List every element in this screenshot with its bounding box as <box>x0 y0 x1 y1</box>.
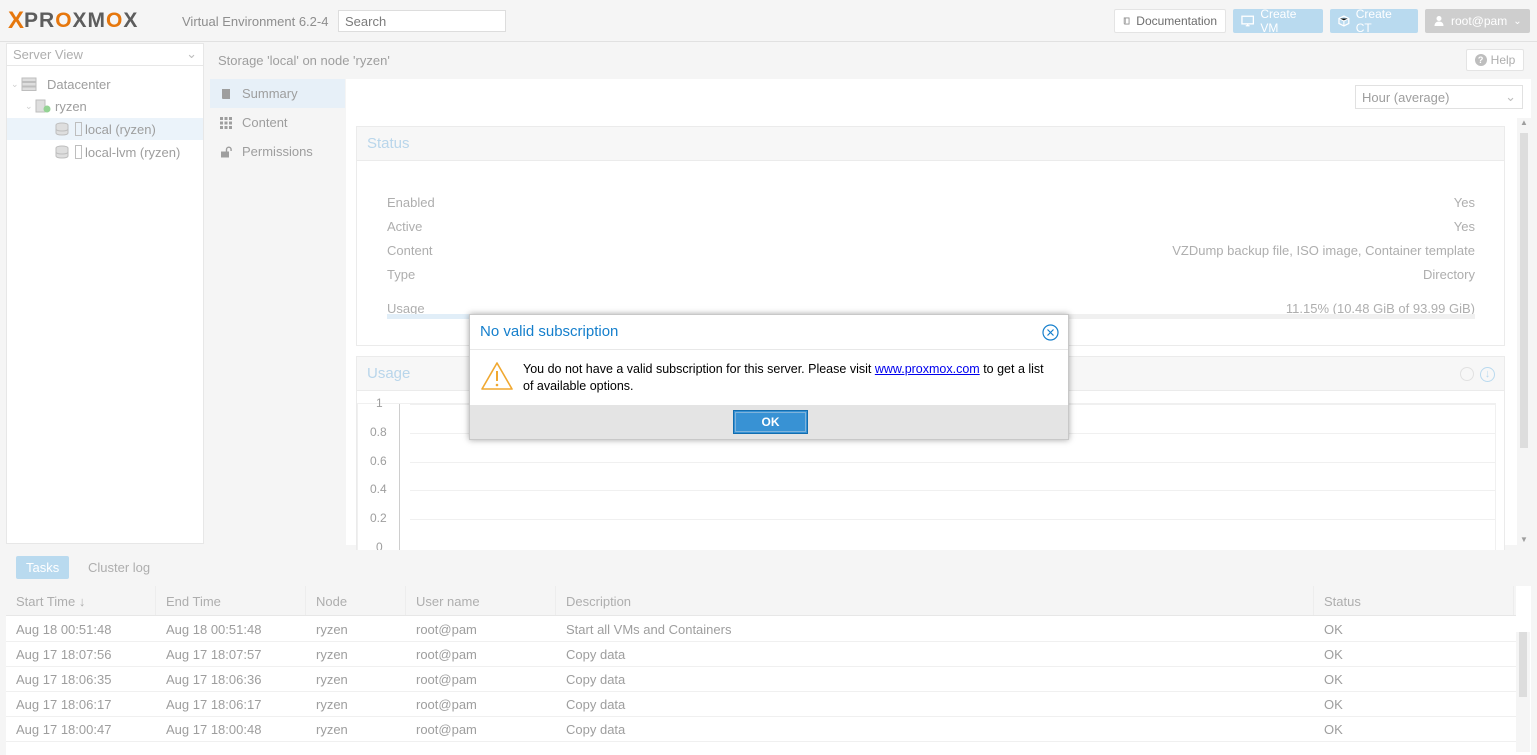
proxmox-link[interactable]: www.proxmox.com <box>875 362 980 376</box>
warning-icon <box>481 362 513 390</box>
dialog-title: No valid subscription <box>480 323 619 340</box>
dialog-message: You do not have a valid subscription for… <box>523 362 1044 393</box>
ok-button[interactable]: OK <box>733 410 808 434</box>
dialog-footer: OK <box>470 405 1068 439</box>
dialog-header: No valid subscription <box>470 315 1068 350</box>
subscription-dialog: No valid subscription You do not have a … <box>469 314 1069 440</box>
close-icon[interactable] <box>1042 324 1059 341</box>
dialog-body: You do not have a valid subscription for… <box>470 351 1068 406</box>
